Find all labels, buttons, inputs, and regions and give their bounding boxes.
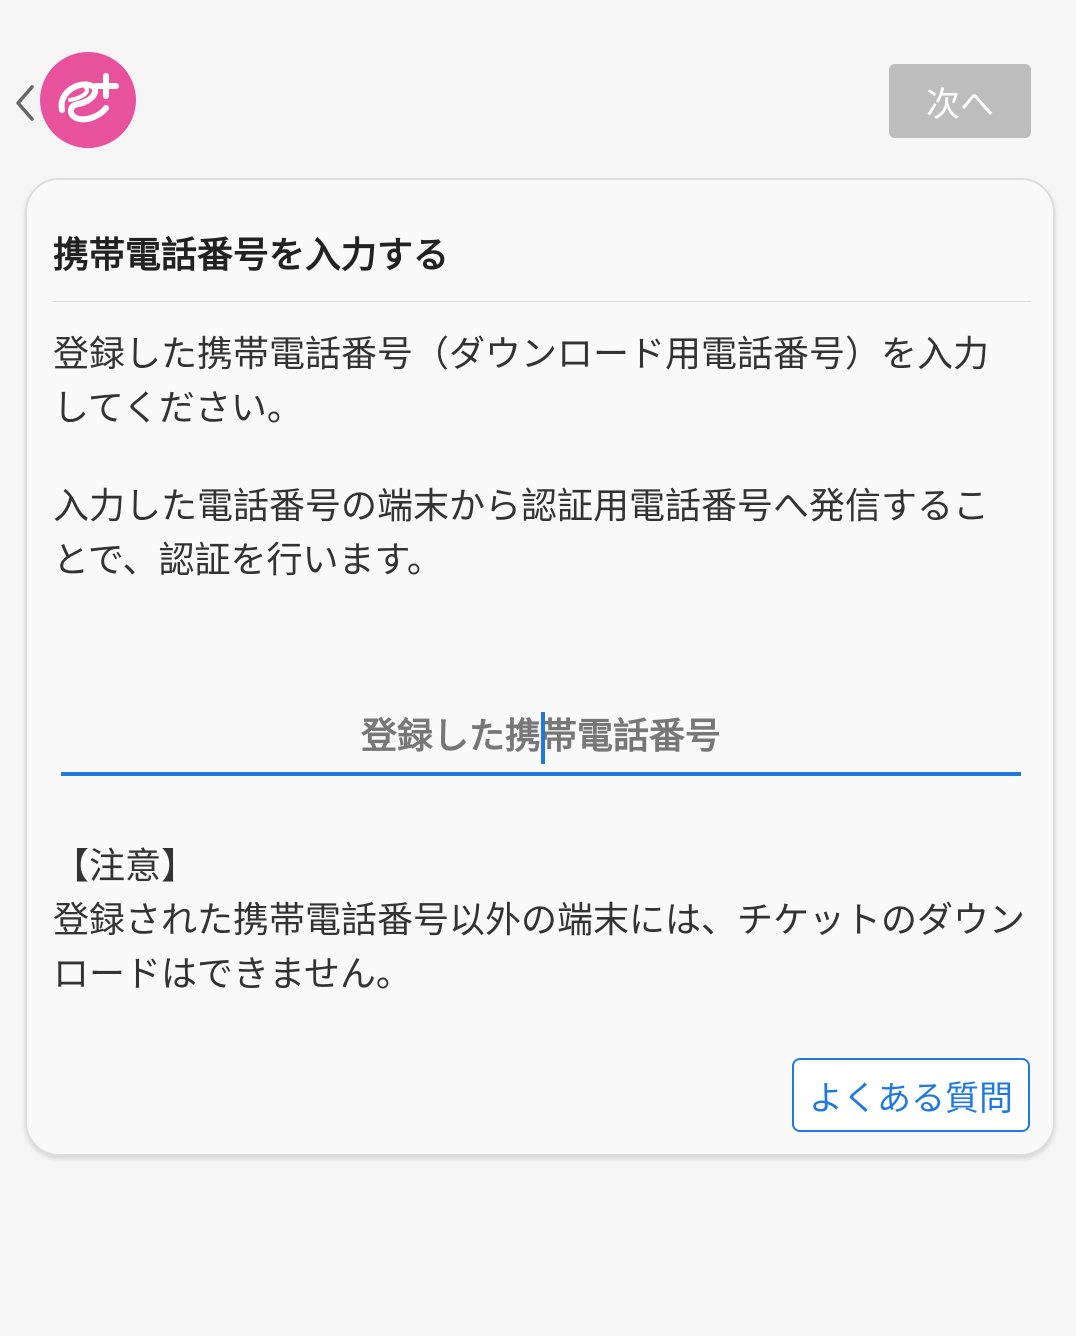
chevron-left-icon: [16, 85, 34, 121]
text-cursor: [541, 712, 545, 764]
notice-text: 登録された携帯電話番号以外の端末には、チケットのダウンロードはできません。: [53, 900, 1026, 995]
phone-input-container: [61, 700, 1021, 776]
eplus-logo[interactable]: [40, 52, 136, 148]
notice-heading: 【注意】: [53, 846, 198, 887]
back-button[interactable]: [8, 78, 42, 128]
page-title: 携帯電話番号を入力する: [53, 235, 450, 276]
divider: [53, 301, 1031, 302]
faq-button[interactable]: よくある質問: [792, 1058, 1030, 1132]
next-button[interactable]: 次へ: [889, 64, 1031, 138]
header-bar: 次へ: [0, 0, 1076, 170]
eplus-logo-icon: [58, 73, 119, 123]
instruction-text: 登録した携帯電話番号（ダウンロード用電話番号）を入力してください。: [53, 334, 990, 429]
authentication-description: 入力した電話番号の端末から認証用電話番号へ発信することで、認証を行います。: [53, 486, 990, 581]
phone-entry-card: 携帯電話番号を入力する 登録した携帯電話番号（ダウンロード用電話番号）を入力して…: [25, 178, 1055, 1156]
